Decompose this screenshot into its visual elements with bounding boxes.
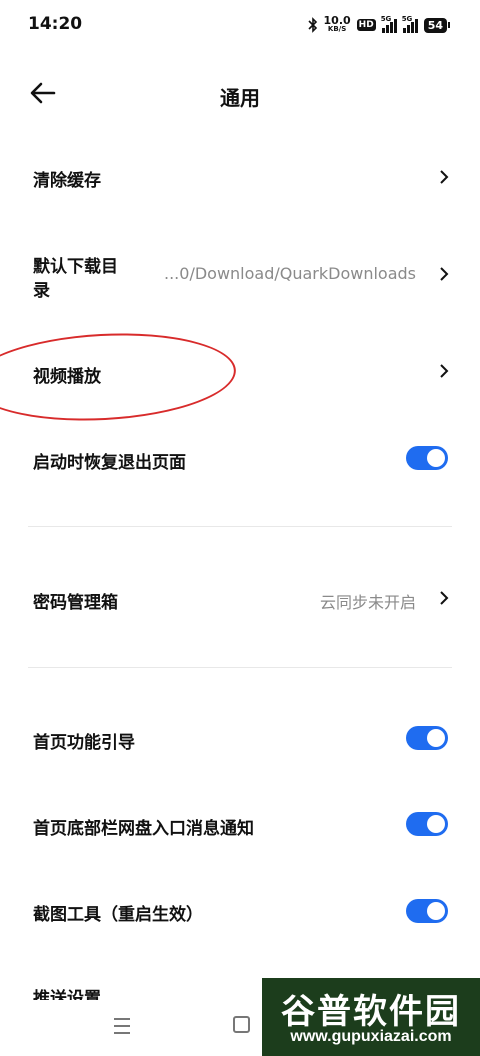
watermark: 谷普软件园 www.gupuxiazai.com bbox=[262, 978, 480, 1056]
setting-password-manager[interactable]: 密码管理箱 云同步未开启 bbox=[0, 572, 480, 628]
download-path-value: ...0/Download/QuarkDownloads bbox=[164, 264, 416, 283]
setting-label: 截图工具（重启生效） bbox=[33, 905, 203, 925]
watermark-title: 谷普软件园 bbox=[281, 992, 461, 1032]
divider bbox=[28, 667, 452, 668]
bluetooth-icon bbox=[307, 17, 317, 33]
chevron-right-icon bbox=[440, 267, 449, 281]
setting-screenshot-tool: 截图工具（重启生效） bbox=[0, 884, 480, 940]
page-header: 通用 bbox=[0, 64, 480, 124]
chevron-right-icon bbox=[440, 170, 449, 184]
setting-netdisk-notification: 首页底部栏网盘入口消息通知 bbox=[0, 798, 480, 854]
hd-badge: HD bbox=[356, 19, 376, 31]
cloud-sync-status: 云同步未开启 bbox=[319, 593, 416, 612]
signal-sim1-icon: 5G bbox=[381, 15, 397, 33]
home-guide-toggle[interactable] bbox=[406, 726, 448, 750]
home-nav-icon[interactable] bbox=[233, 1016, 250, 1033]
setting-label: 密码管理箱 bbox=[33, 593, 118, 613]
divider bbox=[28, 526, 452, 527]
status-time: 14:20 bbox=[28, 14, 83, 34]
netdisk-notify-toggle[interactable] bbox=[406, 812, 448, 836]
status-icons: 10.0 KB/S HD 5G 5G 54 bbox=[307, 14, 450, 36]
watermark-url: www.gupuxiazai.com bbox=[290, 1028, 452, 1045]
chevron-right-icon bbox=[440, 591, 449, 605]
status-bar: 14:20 10.0 KB/S HD 5G 5G 54 bbox=[0, 0, 480, 50]
setting-label: 启动时恢复退出页面 bbox=[33, 453, 186, 473]
setting-label-line1: 默认下载目 bbox=[33, 257, 118, 277]
setting-home-guide: 首页功能引导 bbox=[0, 712, 480, 768]
restore-pages-toggle[interactable] bbox=[406, 446, 448, 470]
setting-restore-pages: 启动时恢复退出页面 bbox=[0, 430, 480, 486]
menu-nav-icon[interactable] bbox=[114, 1018, 130, 1039]
setting-download-directory[interactable]: 默认下载目 录 ...0/Download/QuarkDownloads bbox=[0, 244, 480, 304]
screenshot-tool-toggle[interactable] bbox=[406, 899, 448, 923]
setting-label-line2: 录 bbox=[33, 281, 50, 301]
page-title: 通用 bbox=[220, 86, 260, 110]
setting-label: 首页功能引导 bbox=[33, 733, 135, 753]
chevron-right-icon bbox=[440, 364, 449, 378]
network-speed: 10.0 KB/S bbox=[323, 14, 351, 33]
setting-clear-cache[interactable]: 清除缓存 bbox=[0, 150, 480, 206]
setting-label: 清除缓存 bbox=[33, 171, 101, 191]
annotation-ellipse bbox=[0, 327, 239, 427]
battery-icon: 54 bbox=[423, 17, 450, 33]
setting-label: 首页底部栏网盘入口消息通知 bbox=[33, 819, 254, 839]
signal-sim2-icon: 5G bbox=[402, 15, 418, 33]
